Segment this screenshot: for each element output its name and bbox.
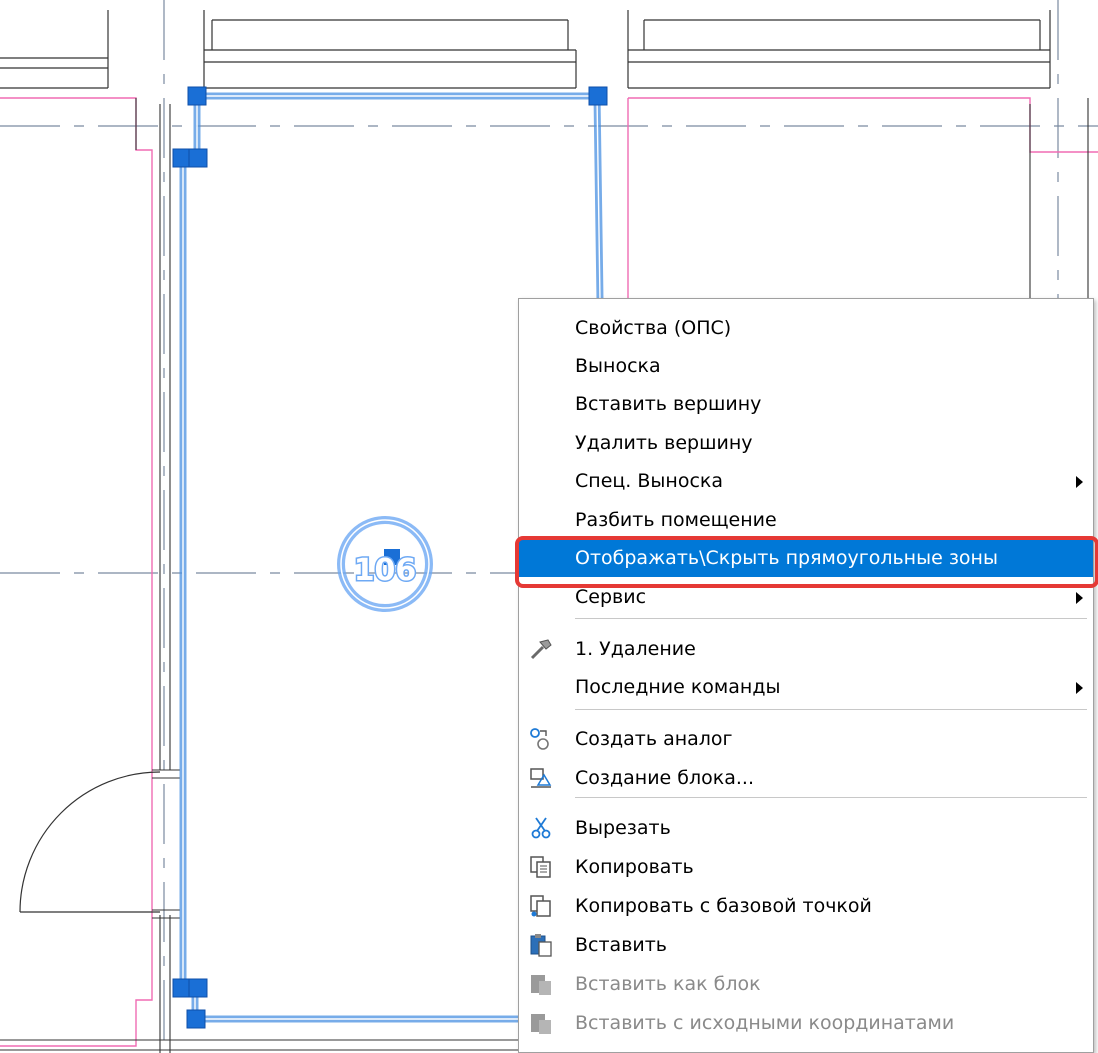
paste-original-coords-icon: [528, 1010, 554, 1036]
menu-item-label: Удалить вершину: [575, 432, 753, 454]
menu-item-3[interactable]: Вставить вершину: [519, 385, 1093, 423]
menu-item-6[interactable]: Разбить помещение: [519, 501, 1093, 539]
menu-item-label: Отображать\Скрыть прямоугольные зоны: [575, 547, 998, 569]
menu-item-label: Выноска: [575, 355, 661, 377]
menu-item-label: Сервис: [575, 586, 647, 608]
menu-item-label: 1. Удаление: [575, 638, 696, 660]
submenu-arrow-icon: [1076, 592, 1083, 604]
door-swing: [19, 771, 161, 913]
menu-item-14[interactable]: Копировать: [519, 848, 1093, 886]
top-wall: [0, 10, 1051, 89]
menu-item-4[interactable]: Удалить вершину: [519, 424, 1093, 462]
grip-left-upper[interactable]: [172, 148, 192, 168]
menu-item-8[interactable]: Сервис: [519, 578, 1093, 616]
menu-separator: [575, 797, 1087, 798]
paste-icon: [528, 932, 554, 958]
menu-item-15[interactable]: Копировать с базовой точкой: [519, 887, 1093, 925]
scissors-icon: [528, 815, 554, 841]
menu-item-label: Спец. Выноска: [575, 470, 724, 492]
menu-item-13[interactable]: Вырезать: [519, 809, 1093, 847]
menu-item-label: Копировать: [575, 856, 694, 878]
menu-item-1[interactable]: Свойства (ОПС): [519, 309, 1093, 347]
grip-left-lower-2[interactable]: [188, 978, 208, 998]
menu-item-12[interactable]: Создание блока...: [519, 759, 1093, 797]
copy-icon: [528, 854, 554, 880]
menu-item-label: Разбить помещение: [575, 509, 777, 531]
create-similar-icon: [528, 726, 554, 752]
hammer-icon: [528, 636, 554, 662]
submenu-arrow-icon: [1076, 682, 1083, 694]
menu-item-label: Вставить: [575, 934, 668, 956]
paste-block-icon: [528, 971, 554, 997]
menu-item-label: Свойства (ОПС): [575, 317, 732, 339]
menu-item-18: Вставить с исходными координатами: [519, 1004, 1093, 1042]
menu-item-label: Вставить с исходными координатами: [575, 1012, 955, 1034]
grip-left-lower[interactable]: [172, 978, 192, 998]
grip-top-left[interactable]: [187, 86, 207, 106]
context-menu: Свойства (ОПС) Выноска Вставить вершину Уда…: [518, 298, 1094, 1053]
menu-item-17: Вставить как блок: [519, 965, 1093, 1003]
menu-item-label: Последние команды: [575, 676, 781, 698]
block-create-icon: [528, 765, 554, 791]
menu-item-label: Вставить вершину: [575, 393, 762, 415]
menu-item-label: Вставить как блок: [575, 973, 761, 995]
menu-item-16[interactable]: Вставить: [519, 926, 1093, 964]
menu-item-2[interactable]: Выноска: [519, 347, 1093, 385]
menu-item-label: Создание блока...: [575, 767, 754, 789]
menu-item-label: Копировать с базовой точкой: [575, 895, 872, 917]
grip-bottom-left[interactable]: [186, 1009, 206, 1029]
grip-left-upper-2[interactable]: [188, 148, 208, 168]
menu-item-label: Создать аналог: [575, 728, 733, 750]
menu-item-7[interactable]: Отображать\Скрыть прямоугольные зоны: [519, 539, 1093, 577]
menu-item-9[interactable]: 1. Удаление: [519, 630, 1093, 668]
menu-item-10[interactable]: Последние команды: [519, 668, 1093, 706]
menu-separator: [575, 618, 1087, 619]
menu-item-11[interactable]: Создать аналог: [519, 720, 1093, 758]
menu-item-5[interactable]: Спец. Выноска: [519, 462, 1093, 500]
submenu-arrow-icon: [1076, 476, 1083, 488]
grip-top-right[interactable]: [588, 86, 608, 106]
menu-separator: [575, 709, 1087, 710]
menu-item-label: Вырезать: [575, 817, 671, 839]
copy-base-point-icon: [528, 893, 554, 919]
room-number: 106: [352, 552, 418, 590]
